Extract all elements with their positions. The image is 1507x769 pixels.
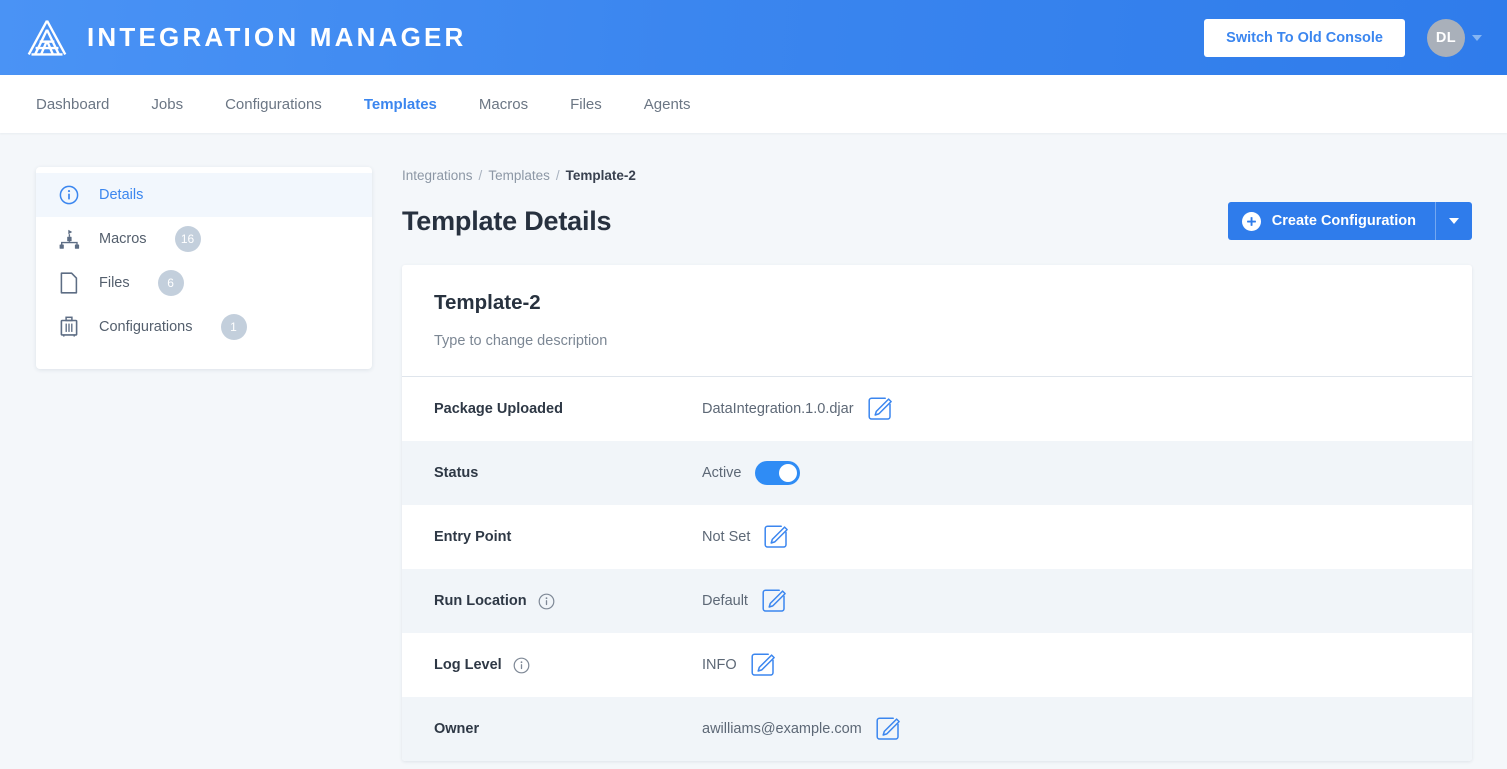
sidebar-item-label: Macros bbox=[99, 231, 147, 247]
row-label-text: Entry Point bbox=[434, 529, 512, 545]
row-label-text: Status bbox=[434, 465, 479, 481]
sidebar-item-details[interactable]: Details bbox=[36, 173, 372, 217]
nav-item-configurations[interactable]: Configurations bbox=[204, 96, 343, 113]
nav-item-macros[interactable]: Macros bbox=[458, 96, 549, 113]
breadcrumb-separator: / bbox=[478, 168, 483, 183]
sidebar-item-files[interactable]: Files 6 bbox=[36, 261, 372, 305]
header-right-group: Switch To Old Console DL bbox=[1204, 18, 1482, 57]
breadcrumb-item-templates[interactable]: Templates bbox=[488, 168, 550, 183]
table-row: Run Location Default bbox=[402, 569, 1472, 633]
table-row: Log Level INFO bbox=[402, 633, 1472, 697]
sidebar-badge-configurations: 1 bbox=[220, 314, 247, 340]
chevron-down-icon bbox=[1449, 218, 1459, 224]
edit-icon[interactable] bbox=[763, 524, 789, 550]
breadcrumb-item-current: Template-2 bbox=[565, 168, 636, 183]
card-header: Template-2 Type to change description bbox=[402, 265, 1472, 377]
nav-item-templates[interactable]: Templates bbox=[343, 96, 458, 113]
breadcrumb-separator: / bbox=[555, 168, 560, 183]
row-value: Not Set bbox=[702, 524, 789, 550]
avatar: DL bbox=[1427, 18, 1465, 57]
edit-icon[interactable] bbox=[761, 588, 787, 614]
document-icon bbox=[57, 271, 81, 295]
user-menu[interactable]: DL bbox=[1427, 18, 1482, 57]
main-nav: Dashboard Jobs Configurations Templates … bbox=[0, 75, 1507, 133]
hierarchy-icon bbox=[57, 227, 81, 251]
page-title: Template Details bbox=[402, 205, 612, 236]
template-name: Template-2 bbox=[434, 291, 541, 314]
brand-title: INTEGRATION MANAGER bbox=[87, 22, 467, 52]
sidebar-item-macros[interactable]: Macros 16 bbox=[36, 217, 372, 261]
table-row: Package Uploaded DataIntegration.1.0.dja… bbox=[402, 377, 1472, 441]
row-value-text: Active bbox=[702, 465, 742, 481]
row-value-text: Default bbox=[702, 593, 748, 609]
row-label: Entry Point bbox=[434, 529, 702, 545]
table-row: Entry Point Not Set bbox=[402, 505, 1472, 569]
row-value-text: awilliams@example.com bbox=[702, 721, 862, 737]
sidebar-badge-files: 6 bbox=[157, 270, 184, 296]
row-label: Package Uploaded bbox=[434, 401, 702, 417]
row-value: DataIntegration.1.0.djar bbox=[702, 396, 893, 422]
switch-to-old-console-button[interactable]: Switch To Old Console bbox=[1204, 18, 1405, 57]
breadcrumb: Integrations / Templates / Template-2 bbox=[402, 168, 1472, 183]
create-configuration-label: Create Configuration bbox=[1271, 213, 1416, 229]
nav-item-agents[interactable]: Agents bbox=[623, 96, 712, 113]
nav-item-files[interactable]: Files bbox=[549, 96, 623, 113]
title-row: Template Details Create Configuration bbox=[402, 202, 1472, 240]
edit-icon[interactable] bbox=[750, 652, 776, 678]
chevron-down-icon[interactable] bbox=[1472, 34, 1482, 41]
plus-circle-icon bbox=[1241, 211, 1261, 231]
sidebar-badge-macros: 16 bbox=[174, 226, 201, 252]
row-value: Default bbox=[702, 588, 787, 614]
briefcase-icon bbox=[57, 315, 81, 339]
brand: INTEGRATION MANAGER bbox=[25, 17, 467, 59]
breadcrumb-item-integrations[interactable]: Integrations bbox=[402, 168, 473, 183]
row-label-text: Log Level bbox=[434, 657, 502, 673]
table-row: Owner awilliams@example.com bbox=[402, 697, 1472, 761]
toggle-knob bbox=[778, 464, 797, 482]
nav-item-jobs[interactable]: Jobs bbox=[130, 96, 204, 113]
mountain-logo-icon bbox=[27, 19, 67, 56]
sidebar-item-label: Configurations bbox=[99, 319, 193, 335]
nav-item-dashboard[interactable]: Dashboard bbox=[36, 96, 130, 113]
table-row: Status Active bbox=[402, 441, 1472, 505]
row-label: Status bbox=[434, 465, 702, 481]
row-value: Active bbox=[702, 461, 800, 485]
create-configuration-button[interactable]: Create Configuration bbox=[1227, 202, 1435, 240]
row-value-text: DataIntegration.1.0.djar bbox=[702, 401, 854, 417]
info-icon[interactable] bbox=[538, 593, 555, 610]
template-details-card: Template-2 Type to change description Pa… bbox=[402, 265, 1472, 761]
content: Integrations / Templates / Template-2 Te… bbox=[402, 167, 1472, 761]
row-label: Run Location bbox=[434, 593, 702, 610]
row-label: Log Level bbox=[434, 657, 702, 674]
template-description-input[interactable]: Type to change description bbox=[434, 333, 1440, 349]
row-label-text: Owner bbox=[434, 721, 480, 737]
create-configuration-dropdown-button[interactable] bbox=[1435, 202, 1472, 240]
edit-icon[interactable] bbox=[875, 716, 901, 742]
status-toggle[interactable] bbox=[754, 461, 800, 485]
sidebar-item-label: Files bbox=[99, 275, 130, 291]
edit-icon[interactable] bbox=[867, 396, 893, 422]
row-value: INFO bbox=[702, 652, 776, 678]
sidebar-item-label: Details bbox=[99, 187, 144, 203]
row-value-text: Not Set bbox=[702, 529, 751, 545]
app-header: INTEGRATION MANAGER Switch To Old Consol… bbox=[0, 0, 1507, 75]
info-icon[interactable] bbox=[513, 657, 530, 674]
title-actions: Create Configuration bbox=[1227, 202, 1472, 240]
page-body: Details Macros 16 Files 6 Configurations… bbox=[0, 133, 1507, 761]
row-label-text: Package Uploaded bbox=[434, 401, 563, 417]
info-circle-icon bbox=[57, 183, 81, 207]
row-label-text: Run Location bbox=[434, 593, 527, 609]
sidebar-item-configurations[interactable]: Configurations 1 bbox=[36, 305, 372, 349]
sidebar: Details Macros 16 Files 6 Configurations… bbox=[36, 167, 372, 369]
row-value-text: INFO bbox=[702, 657, 737, 673]
row-value: awilliams@example.com bbox=[702, 716, 901, 742]
row-label: Owner bbox=[434, 721, 702, 737]
